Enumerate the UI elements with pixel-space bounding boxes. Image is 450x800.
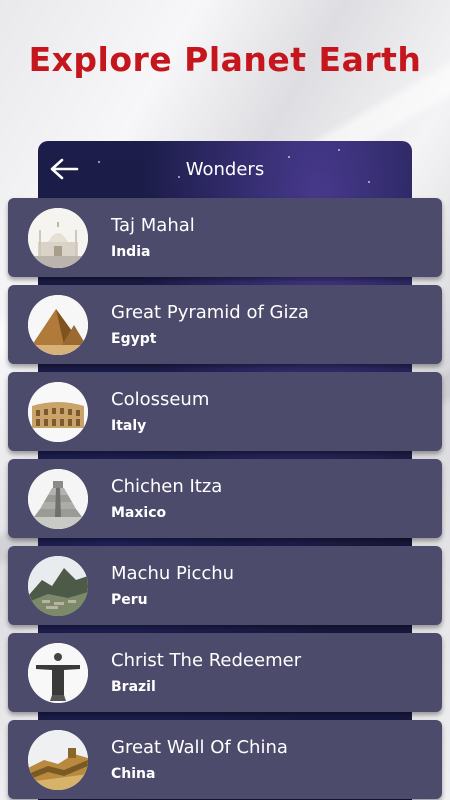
wonder-country: India [111, 244, 151, 260]
wonder-country: Maxico [111, 505, 167, 521]
great-wall-icon [28, 730, 88, 790]
taj-mahal-icon [28, 208, 88, 268]
pyramid-icon [28, 295, 88, 355]
app-title: Explore Planet Earth [28, 40, 422, 79]
wonder-country: Egypt [111, 331, 157, 347]
wonder-card-taj-mahal[interactable]: Taj Mahal India [8, 198, 442, 277]
wonder-country: China [111, 766, 156, 782]
colosseum-icon [28, 382, 88, 442]
wonder-card-christ-redeemer[interactable]: Christ The Redeemer Brazil [8, 633, 442, 712]
wonder-name: Chichen Itza [111, 476, 223, 497]
wonder-card-machu-picchu[interactable]: Machu Picchu Peru [8, 546, 442, 625]
wonder-name: Taj Mahal [111, 215, 195, 236]
christ-redeemer-icon [28, 643, 88, 703]
wonder-name: Machu Picchu [111, 563, 235, 584]
wonder-name: Colosseum [111, 389, 210, 410]
wonder-card-great-wall[interactable]: Great Wall Of China China [8, 720, 442, 799]
wonder-card-chichen-itza[interactable]: Chichen Itza Maxico [8, 459, 442, 538]
wonder-country: Italy [111, 418, 147, 434]
wonder-name: Christ The Redeemer [111, 650, 302, 671]
chichen-itza-icon [28, 469, 88, 529]
wonder-country: Brazil [111, 679, 156, 695]
wonder-country: Peru [111, 592, 148, 608]
wonder-name: Great Wall Of China [111, 737, 288, 758]
panel-header: Wonders [38, 141, 412, 197]
wonder-name: Great Pyramid of Giza [111, 302, 309, 323]
panel-title: Wonders [185, 158, 265, 180]
wonder-card-pyramid[interactable]: Great Pyramid of Giza Egypt [8, 285, 442, 364]
back-button[interactable] [48, 153, 80, 185]
arrow-left-icon [50, 158, 79, 180]
machu-picchu-icon [28, 556, 88, 616]
wonder-card-colosseum[interactable]: Colosseum Italy [8, 372, 442, 451]
